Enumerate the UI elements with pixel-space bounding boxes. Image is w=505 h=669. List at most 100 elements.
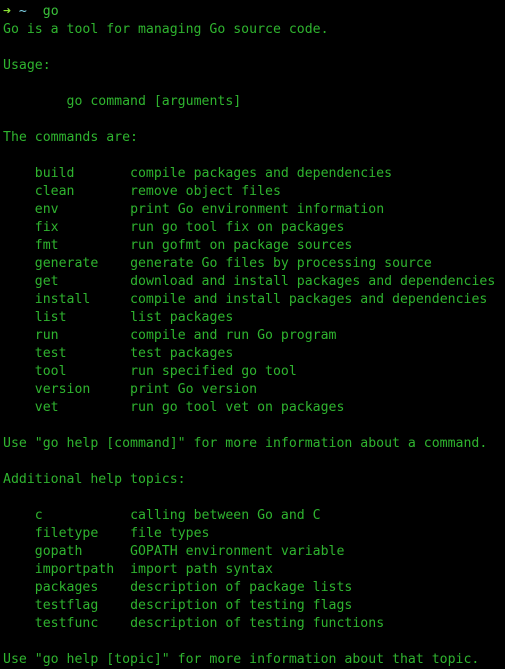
topic-entry-name: testflag xyxy=(34,598,99,613)
prompt-spacer-2 xyxy=(27,4,43,19)
command-entry-indent xyxy=(3,364,35,379)
topic-entry-indent xyxy=(3,616,35,631)
command-entry-desc: run go tool fix on packages xyxy=(130,220,345,235)
terminal-window[interactable]: ➜ ~ go Go is a tool for managing Go sour… xyxy=(0,0,505,667)
topic-entry-indent xyxy=(3,526,35,541)
prompt-command: go xyxy=(42,4,59,19)
command-entry-gap xyxy=(67,346,131,361)
topic-entry-desc: file types xyxy=(130,526,210,541)
command-entry-name: fix xyxy=(34,220,59,235)
topic-entry-row: packages description of package lists xyxy=(3,579,505,597)
command-entry-gap xyxy=(67,310,131,325)
topic-entry-desc: calling between Go and C xyxy=(130,508,321,523)
shell-prompt-line: ➜ ~ go xyxy=(3,3,505,21)
topic-entry-row: importpath import path syntax xyxy=(3,561,505,579)
command-entry-row: fmt run gofmt on package sources xyxy=(3,237,505,255)
topic-entry-indent xyxy=(3,508,35,523)
command-entry-desc: compile and install packages and depende… xyxy=(130,292,488,307)
command-entry-row: get download and install packages and de… xyxy=(3,273,505,291)
command-entry-row: clean remove object files xyxy=(3,183,505,201)
command-entry-name: env xyxy=(34,202,59,217)
command-entry-desc: run gofmt on package sources xyxy=(130,238,353,253)
command-entry-name: list xyxy=(34,310,67,325)
topic-entry-indent xyxy=(3,544,35,559)
usage-indent xyxy=(3,94,67,109)
prompt-arrow-icon: ➜ xyxy=(3,4,11,19)
prompt-path: ~ xyxy=(18,4,27,19)
command-entry-indent xyxy=(3,166,35,181)
command-entry-row: build compile packages and dependencies xyxy=(3,165,505,183)
command-entry-desc: print Go environment information xyxy=(130,202,385,217)
command-entry-name: run xyxy=(34,328,59,343)
command-entry-gap xyxy=(59,274,130,289)
topics-list: c calling between Go and C filetype file… xyxy=(3,507,505,633)
topic-entry-name: packages xyxy=(34,580,99,595)
command-entry-indent xyxy=(3,328,35,343)
command-entry-name: clean xyxy=(34,184,75,199)
command-entry-indent xyxy=(3,184,35,199)
topic-entry-indent xyxy=(3,598,35,613)
topic-entry-gap xyxy=(82,544,130,559)
command-entry-row: env print Go environment information xyxy=(3,201,505,219)
command-entry-row: test test packages xyxy=(3,345,505,363)
topic-entry-name: gopath xyxy=(34,544,83,559)
command-entry-indent xyxy=(3,382,35,397)
command-entry-row: version print Go version xyxy=(3,381,505,399)
topic-entry-row: testflag description of testing flags xyxy=(3,597,505,615)
topic-entry-gap xyxy=(98,526,130,541)
command-entry-desc: compile packages and dependencies xyxy=(130,166,393,181)
command-entry-desc: generate Go files by processing source xyxy=(130,256,432,271)
command-entry-name: get xyxy=(34,274,59,289)
command-entry-name: test xyxy=(34,346,67,361)
topic-entry-gap xyxy=(98,616,130,631)
output-intro: Go is a tool for managing Go source code… xyxy=(3,22,329,37)
topic-entry-desc: description of package lists xyxy=(130,580,353,595)
command-entry-desc: run specified go tool xyxy=(130,364,297,379)
command-entry-indent xyxy=(3,310,35,325)
command-entry-gap xyxy=(59,220,130,235)
command-entry-row: tool run specified go tool xyxy=(3,363,505,381)
topic-entry-row: c calling between Go and C xyxy=(3,507,505,525)
usage-line: go command [arguments] xyxy=(3,93,505,111)
command-entry-indent xyxy=(3,256,35,271)
command-entry-name: install xyxy=(34,292,91,307)
topic-entry-gap xyxy=(114,562,130,577)
topic-entry-desc: description of testing functions xyxy=(130,616,385,631)
command-entry-desc: compile and run Go program xyxy=(130,328,337,343)
command-entry-gap xyxy=(67,364,131,379)
topic-entry-row: gopath GOPATH environment variable xyxy=(3,543,505,561)
command-entry-row: vet run go tool vet on packages xyxy=(3,399,505,417)
command-entry-name: tool xyxy=(34,364,67,379)
command-help-hint: Use "go help [command]" for more informa… xyxy=(3,436,488,451)
command-entry-desc: download and install packages and depend… xyxy=(130,274,496,289)
command-entry-indent xyxy=(3,274,35,289)
prompt-spacer-1 xyxy=(11,4,19,19)
topic-entry-desc: description of testing flags xyxy=(130,598,353,613)
command-entry-desc: list packages xyxy=(130,310,234,325)
command-entry-desc: remove object files xyxy=(130,184,281,199)
command-entry-indent xyxy=(3,220,35,235)
topic-entry-row: testfunc description of testing function… xyxy=(3,615,505,633)
command-entry-indent xyxy=(3,400,35,415)
command-entry-gap xyxy=(90,292,130,307)
command-entry-indent xyxy=(3,202,35,217)
topic-help-hint: Use "go help [topic]" for more informati… xyxy=(3,652,480,667)
command-entry-gap xyxy=(59,400,130,415)
topics-header: Additional help topics: xyxy=(3,472,186,487)
usage-label: Usage: xyxy=(3,58,51,73)
command-entry-name: version xyxy=(34,382,91,397)
topic-entry-name: filetype xyxy=(34,526,99,541)
topic-entry-desc: GOPATH environment variable xyxy=(130,544,345,559)
topic-entry-indent xyxy=(3,562,35,577)
command-entry-gap xyxy=(98,256,130,271)
usage-text: go command [arguments] xyxy=(66,94,242,109)
command-entry-row: install compile and install packages and… xyxy=(3,291,505,309)
command-entry-gap xyxy=(90,382,130,397)
topic-entry-indent xyxy=(3,580,35,595)
command-entry-name: generate xyxy=(34,256,99,271)
